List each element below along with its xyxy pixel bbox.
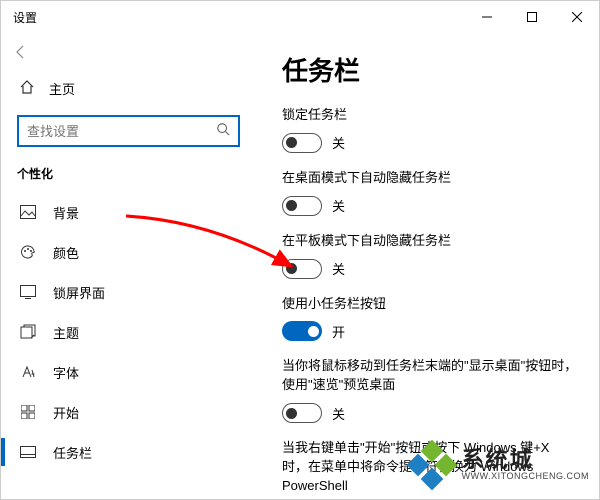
watermark-url: WWW.XITONGCHENG.COM: [462, 472, 589, 482]
search-input[interactable]: [17, 115, 240, 147]
watermark: 系统城 WWW.XITONGCHENG.COM: [410, 443, 589, 487]
content: 任务栏 锁定任务栏 关 在桌面模式下自动隐藏任务栏 关 在平板模式下自动隐藏任务…: [256, 33, 599, 499]
start-icon: [19, 405, 37, 419]
taskbar-icon: [19, 446, 37, 458]
picture-icon: [19, 205, 37, 219]
toggle-autohide-tablet[interactable]: [282, 259, 322, 279]
minimize-button[interactable]: [464, 1, 509, 33]
sidebar-item-themes[interactable]: 主题: [1, 312, 256, 352]
palette-icon: [19, 244, 37, 260]
toggle-state: 开: [332, 322, 345, 341]
home-icon: [19, 79, 35, 98]
nav-label: 背景: [53, 203, 79, 222]
window-title: 设置: [13, 9, 37, 26]
sidebar-item-fonts[interactable]: 字体: [1, 352, 256, 392]
titlebar: 设置: [1, 1, 599, 33]
sidebar-item-start[interactable]: 开始: [1, 392, 256, 432]
nav-label: 开始: [53, 403, 79, 422]
lockscreen-icon: [19, 285, 37, 299]
search-icon: [216, 122, 230, 141]
sidebar-item-background[interactable]: 背景: [1, 192, 256, 232]
sidebar-item-home[interactable]: 主页: [1, 69, 256, 107]
setting-small-buttons: 使用小任务栏按钮 开: [282, 295, 579, 342]
section-title: 个性化: [1, 161, 256, 192]
setting-label: 在平板模式下自动隐藏任务栏: [282, 232, 579, 251]
sidebar-item-taskbar[interactable]: 任务栏: [1, 432, 256, 472]
toggle-state: 关: [332, 259, 345, 278]
font-icon: [19, 364, 37, 380]
nav-label: 主题: [53, 323, 79, 342]
setting-peek: 当你将鼠标移动到任务栏末端的"显示桌面"按钮时，使用"速览"预览桌面 关: [282, 357, 579, 423]
nav-label: 颜色: [53, 243, 79, 262]
sidebar-item-lockscreen[interactable]: 锁屏界面: [1, 272, 256, 312]
toggle-state: 关: [332, 404, 345, 423]
nav-label: 任务栏: [53, 443, 92, 462]
sidebar: 主页 个性化 背景 颜色 锁屏界面 主题: [1, 33, 256, 499]
watermark-logo-icon: [410, 443, 454, 487]
close-button[interactable]: [554, 1, 599, 33]
setting-autohide-tablet: 在平板模式下自动隐藏任务栏 关: [282, 232, 579, 279]
nav-label: 字体: [53, 363, 79, 382]
toggle-state: 关: [332, 196, 345, 215]
back-button[interactable]: [1, 35, 41, 69]
toggle-lock-taskbar[interactable]: [282, 133, 322, 153]
theme-icon: [19, 324, 37, 340]
toggle-small-buttons[interactable]: [282, 321, 322, 341]
home-label: 主页: [49, 79, 75, 98]
toggle-peek[interactable]: [282, 403, 322, 423]
sidebar-item-colors[interactable]: 颜色: [1, 232, 256, 272]
toggle-state: 关: [332, 133, 345, 152]
search-field[interactable]: [27, 124, 216, 139]
nav-label: 锁屏界面: [53, 283, 105, 302]
setting-label: 使用小任务栏按钮: [282, 295, 579, 314]
setting-label: 当你将鼠标移动到任务栏末端的"显示桌面"按钮时，使用"速览"预览桌面: [282, 357, 579, 395]
setting-label: 锁定任务栏: [282, 106, 579, 125]
setting-lock-taskbar: 锁定任务栏 关: [282, 106, 579, 153]
setting-autohide-desktop: 在桌面模式下自动隐藏任务栏 关: [282, 169, 579, 216]
setting-label: 在桌面模式下自动隐藏任务栏: [282, 169, 579, 188]
window-controls: [464, 1, 599, 33]
toggle-autohide-desktop[interactable]: [282, 196, 322, 216]
page-title: 任务栏: [282, 51, 579, 88]
maximize-button[interactable]: [509, 1, 554, 33]
watermark-text: 系统城: [462, 448, 589, 472]
